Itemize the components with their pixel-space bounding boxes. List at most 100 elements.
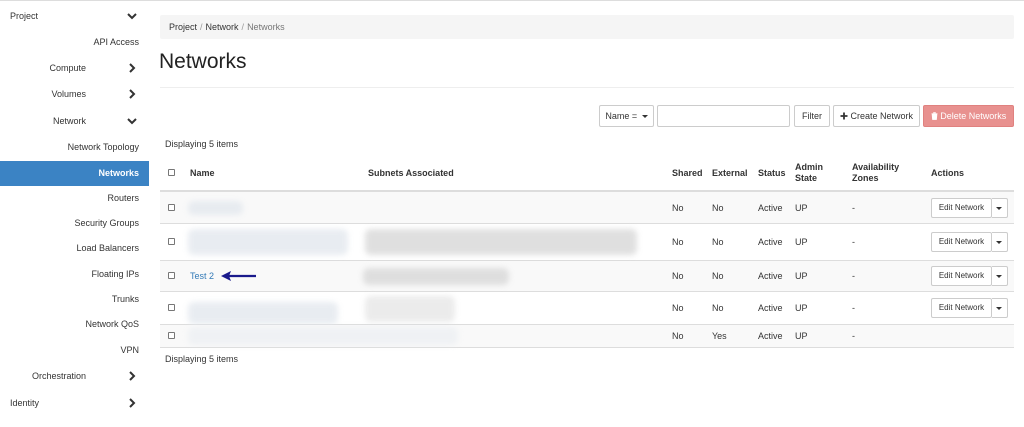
edit-network-button[interactable]: Edit Network (931, 298, 992, 318)
cell-zones: - (852, 331, 855, 341)
cell-external: No (712, 237, 724, 247)
sidebar-item-floating-ips[interactable]: Floating IPs (0, 262, 149, 287)
sidebar-item-label: Identity (10, 398, 40, 408)
sidebar-item-vpn[interactable]: VPN (0, 338, 149, 363)
column-header-external[interactable]: External (712, 168, 748, 179)
sidebar-item-label: Routers (107, 193, 139, 203)
select-all-checkbox[interactable] (168, 169, 175, 176)
breadcrumb-project[interactable]: Project (169, 22, 197, 32)
cell-admin-state: UP (795, 303, 808, 313)
sidebar-item-label: Project (10, 11, 39, 21)
column-header-admin-state[interactable]: Admin State (795, 162, 823, 184)
cell-status: Active (758, 303, 783, 313)
redacted-name (188, 302, 338, 324)
caret-down-icon (996, 307, 1002, 310)
filter-input[interactable] (657, 105, 790, 127)
sidebar-item-project[interactable]: Project (0, 4, 149, 29)
table-header: Name Subnets Associated Shared External … (160, 153, 1014, 192)
cell-status: Active (758, 203, 783, 213)
redacted-name (188, 201, 243, 215)
edit-network-button[interactable]: Edit Network (931, 232, 992, 252)
cell-shared: No (672, 331, 684, 341)
table-row: Test 2 No No Active UP - Edit Network (160, 261, 1014, 292)
caret-down-icon (996, 275, 1002, 278)
cell-external: No (712, 271, 724, 281)
filter-field-label: Name = (605, 111, 638, 121)
row-actions-dropdown[interactable] (992, 298, 1008, 318)
breadcrumb-network[interactable]: Network (206, 22, 239, 32)
cell-shared: No (672, 203, 684, 213)
cell-admin-state: UP (795, 203, 808, 213)
sidebar-item-label: Networks (98, 168, 139, 178)
filter-field-dropdown[interactable]: Name = (599, 105, 654, 127)
sidebar-item-label: Floating IPs (91, 269, 139, 279)
sidebar-item-label: Load Balancers (76, 243, 139, 253)
sidebar-item-label: Network Topology (67, 142, 139, 152)
edit-network-button[interactable]: Edit Network (931, 266, 992, 286)
sidebar-item-api-access[interactable]: API Access (0, 30, 149, 55)
row-actions-dropdown[interactable] (992, 266, 1008, 286)
sidebar-item-label: API Access (93, 37, 139, 47)
sidebar-item-compute[interactable]: Compute (0, 56, 149, 81)
top-border (0, 0, 1024, 3)
sidebar-item-routers[interactable]: Routers (0, 186, 149, 211)
title-divider (160, 87, 1014, 88)
sidebar-item-label: Compute (49, 63, 86, 73)
sidebar-item-trunks[interactable]: Trunks (0, 287, 149, 312)
caret-down-icon (996, 241, 1002, 244)
cell-zones: - (852, 303, 855, 313)
column-header-availability-zones[interactable]: Availability Zones (852, 162, 899, 184)
sidebar-item-orchestration[interactable]: Orchestration (0, 364, 149, 389)
row-checkbox[interactable] (168, 304, 175, 311)
sidebar-item-network-topology[interactable]: Network Topology (0, 135, 149, 160)
redacted-subnets (363, 268, 509, 285)
cell-shared: No (672, 303, 684, 313)
row-actions-dropdown[interactable] (992, 198, 1008, 218)
breadcrumb-separator: / (200, 22, 203, 32)
delete-networks-label: Delete Networks (940, 111, 1007, 121)
row-checkbox[interactable] (168, 238, 175, 245)
page-title: Networks (159, 50, 247, 73)
row-actions-dropdown[interactable] (992, 232, 1008, 252)
network-name-link[interactable]: Test 2 (190, 271, 214, 282)
chevron-down-icon (127, 13, 137, 20)
edit-network-button[interactable]: Edit Network (931, 198, 992, 218)
cell-external: No (712, 203, 724, 213)
cell-status: Active (758, 237, 783, 247)
chevron-right-icon (129, 63, 136, 73)
sidebar-item-volumes[interactable]: Volumes (0, 82, 149, 107)
plus-icon (840, 112, 848, 120)
column-header-zones-line1: Availability (852, 162, 900, 172)
sidebar-item-label: VPN (120, 345, 139, 355)
cell-shared: No (672, 237, 684, 247)
table-row: No Yes Active UP - (160, 325, 1014, 348)
sidebar-item-networks[interactable]: Networks (0, 161, 149, 186)
filter-button[interactable]: Filter (794, 105, 830, 127)
sidebar-item-network[interactable]: Network (0, 109, 149, 134)
sidebar-item-load-balancers[interactable]: Load Balancers (0, 236, 149, 261)
sidebar-item-label: Volumes (51, 89, 86, 99)
sidebar-item-label: Orchestration (31, 371, 86, 381)
column-header-status[interactable]: Status (758, 168, 786, 179)
sidebar-item-identity[interactable]: Identity (0, 391, 149, 416)
cell-admin-state: UP (795, 271, 808, 281)
row-checkbox[interactable] (168, 332, 175, 339)
cell-admin-state: UP (795, 237, 808, 247)
filter-button-label: Filter (802, 111, 822, 121)
create-network-button[interactable]: Create Network (833, 105, 920, 127)
sidebar-item-security-groups[interactable]: Security Groups (0, 211, 149, 236)
sidebar-item-label: Trunks (111, 294, 139, 304)
column-header-shared[interactable]: Shared (672, 168, 703, 179)
cell-admin-state: UP (795, 331, 808, 341)
sidebar-item-network-qos[interactable]: Network QoS (0, 312, 149, 337)
row-checkbox[interactable] (168, 204, 175, 211)
delete-networks-button[interactable]: Delete Networks (923, 105, 1014, 127)
column-header-actions: Actions (931, 168, 965, 178)
sidebar-item-label: Network (52, 116, 86, 126)
chevron-down-icon (127, 118, 137, 125)
redacted-subnets (365, 296, 455, 322)
row-checkbox[interactable] (168, 272, 175, 279)
column-header-name[interactable]: Name (190, 168, 215, 179)
cell-external: Yes (712, 331, 727, 341)
redacted-subnets (365, 229, 637, 255)
